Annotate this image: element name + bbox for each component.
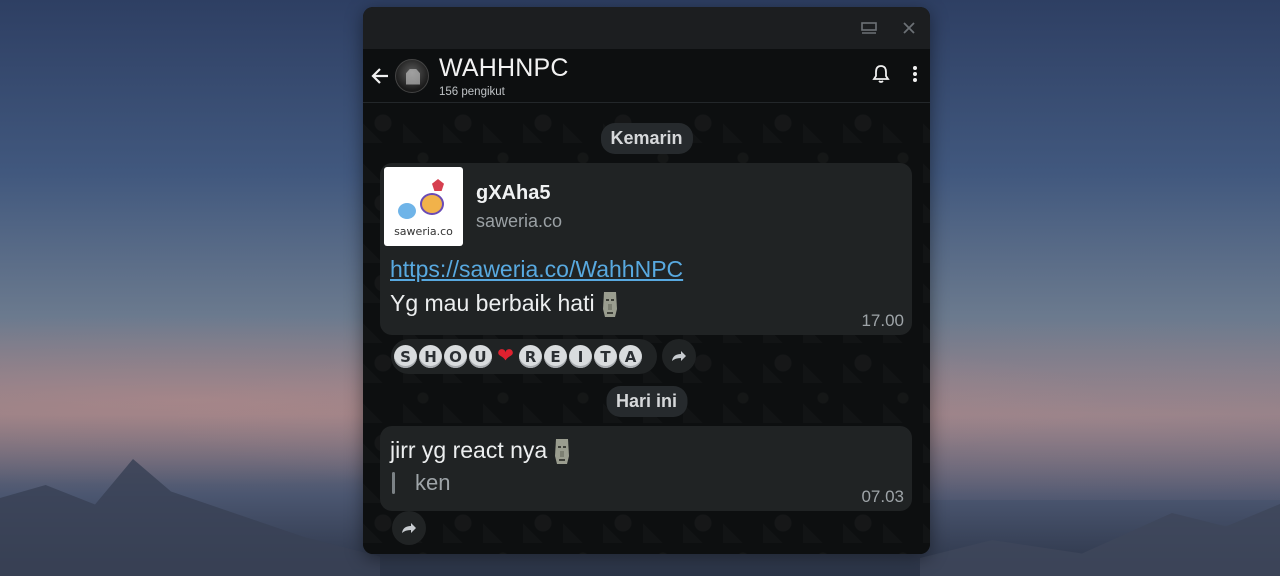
channel-info[interactable]: WAHHNPC 156 pengikut [439,54,569,98]
reaction-letter[interactable]: T [594,345,617,368]
follower-count: 156 pengikut [439,85,505,98]
forward-icon[interactable] [662,339,696,373]
reaction-letter[interactable]: U [469,345,492,368]
moai-emoji-icon [551,436,571,464]
reaction-letter[interactable]: S [394,345,417,368]
forward-icon[interactable] [392,511,426,545]
author-signature: ken [392,470,912,496]
more-vertical-icon[interactable] [912,65,918,88]
reaction-letter[interactable]: H [419,345,442,368]
message-link[interactable]: https://saweria.co/WahhNPC [390,256,683,283]
reaction-letter[interactable]: R [519,345,542,368]
message-text: jirr yg react nya [390,436,548,463]
maximize-icon[interactable] [860,19,878,37]
reaction-letter[interactable]: O [444,345,467,368]
date-separator-today: Hari ini [605,386,688,417]
preview-site: saweria.co [476,210,563,231]
message-bubble-1[interactable]: saweria.co gXAha5 saweria.co https://saw… [380,163,912,335]
reaction-letter[interactable]: A [619,345,642,368]
message-text-row: Yg mau berbaik hati [390,289,912,317]
signature-bar [392,472,395,494]
preview-thumbnail: saweria.co [384,167,463,246]
moai-emoji-icon [599,289,619,317]
message-time: 17.00 [861,311,904,330]
reaction-bar[interactable]: S H O U ❤ R E I T A [394,345,642,368]
signature-text: ken [415,470,451,495]
chat-area[interactable]: Kemarin saweria.co gXAha5 saweria.co htt… [363,103,930,554]
title-bar [363,7,930,49]
back-arrow-icon[interactable] [369,67,391,85]
message-bubble-2[interactable]: jirr yg react nya ken 07.03 [380,426,912,511]
channel-avatar[interactable] [395,58,429,93]
chat-header: WAHHNPC 156 pengikut [363,49,930,103]
preview-title: gXAha5 [476,181,551,204]
bell-icon[interactable] [872,64,890,89]
close-icon[interactable] [900,19,918,37]
telegram-window: WAHHNPC 156 pengikut Kemarin saweria.co [363,7,930,554]
preview-logo-text: saweria.co [394,225,453,238]
message-time: 07.03 [861,487,904,506]
message-text: Yg mau berbaik hati [390,289,595,316]
channel-title: WAHHNPC [439,53,569,82]
link-preview[interactable]: saweria.co gXAha5 saweria.co [380,163,912,246]
date-separator-yesterday: Kemarin [600,123,693,154]
message-text-row: jirr yg react nya [390,436,912,464]
heart-reaction[interactable]: ❤ [494,345,517,368]
reaction-letter[interactable]: E [544,345,567,368]
reaction-letter[interactable]: I [569,345,592,368]
